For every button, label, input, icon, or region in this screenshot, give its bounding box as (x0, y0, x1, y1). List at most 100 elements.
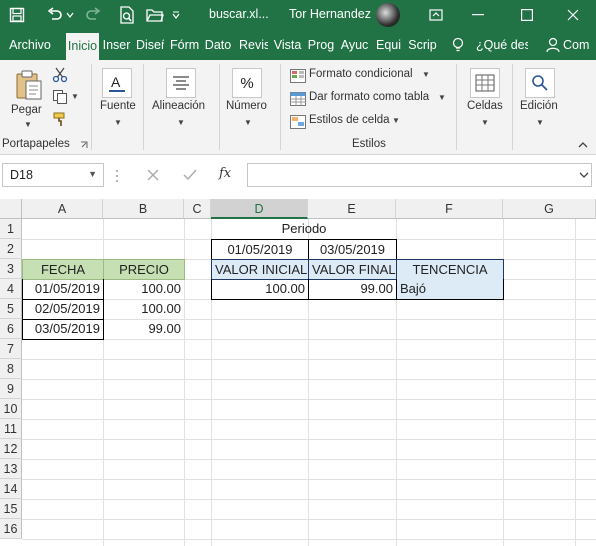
alignment-button[interactable]: Alineación (152, 100, 205, 112)
name-box-dropdown-icon[interactable]: ▼ (88, 169, 97, 179)
row-header-3[interactable]: 3 (0, 259, 22, 279)
format-as-table-button[interactable]: Dar formato como tabla (309, 91, 429, 103)
tab-revisar[interactable]: Revis (239, 30, 268, 60)
enter-check-icon[interactable] (181, 166, 199, 184)
cell-e4[interactable]: 99.00 (308, 279, 397, 300)
tab-programador[interactable]: Prog (307, 30, 335, 60)
undo-icon[interactable] (44, 4, 66, 26)
cell-f4[interactable]: Bajó (396, 279, 504, 300)
close-icon[interactable] (550, 0, 596, 30)
cells-button[interactable]: Celdas (467, 100, 503, 112)
formula-input[interactable] (247, 163, 592, 187)
tab-vista[interactable]: Vista (272, 30, 303, 60)
alignment-dropdown-icon[interactable]: ▼ (177, 118, 185, 127)
row-header-4[interactable]: 4 (0, 279, 22, 299)
row-header-7[interactable]: 7 (0, 339, 22, 359)
font-dropdown-icon[interactable]: ▼ (114, 118, 122, 127)
format-painter-icon[interactable] (51, 110, 69, 128)
lightbulb-icon[interactable] (450, 30, 466, 60)
ribbon-display-options-icon[interactable] (425, 4, 447, 26)
conditional-format-dropdown-icon[interactable]: ▼ (422, 70, 430, 79)
expand-formula-bar-icon[interactable] (578, 169, 590, 181)
row-header-15[interactable]: 15 (0, 499, 22, 519)
cell-styles-dropdown-icon[interactable]: ▼ (392, 116, 400, 125)
format-as-table-icon[interactable] (289, 91, 307, 107)
print-preview-icon[interactable] (116, 4, 138, 26)
alignment-icon[interactable] (166, 68, 196, 98)
cell-b3-header[interactable]: PRECIO (103, 259, 185, 280)
cell-styles-icon[interactable] (289, 114, 307, 130)
name-box[interactable]: D18 ▼ (2, 163, 104, 187)
customize-toolbar-icon[interactable] (170, 4, 182, 26)
column-header-b[interactable]: B (103, 199, 184, 219)
row-header-11[interactable]: 11 (0, 419, 22, 439)
tell-me-search[interactable]: ¿Qué des (476, 30, 528, 60)
row-header-10[interactable]: 10 (0, 399, 22, 419)
row-header-9[interactable]: 9 (0, 379, 22, 399)
user-share-icon[interactable] (545, 30, 561, 60)
conditional-format-icon[interactable] (289, 68, 307, 84)
save-icon[interactable] (6, 4, 28, 26)
user-name[interactable]: Tor Hernandez (289, 7, 371, 21)
column-header-g[interactable]: G (503, 199, 596, 219)
cell-a6[interactable]: 03/05/2019 (22, 319, 104, 340)
copy-icon[interactable] (51, 88, 69, 106)
tab-equipo[interactable]: Equi (375, 30, 402, 60)
cell-a4[interactable]: 01/05/2019 (22, 279, 104, 300)
clipboard-launcher-icon[interactable] (79, 140, 89, 150)
cell-a3-header[interactable]: FECHA (22, 259, 104, 280)
tab-diseno[interactable]: Diseñ (136, 30, 164, 60)
cell-b5[interactable]: 100.00 (103, 299, 184, 319)
cell-a5[interactable]: 02/05/2019 (22, 299, 104, 320)
cell-e2[interactable]: 03/05/2019 (308, 239, 397, 260)
row-header-5[interactable]: 5 (0, 299, 22, 319)
cell-d1-periodo[interactable]: Periodo (211, 219, 397, 239)
column-header-a[interactable]: A (22, 199, 103, 219)
tab-formulas[interactable]: Fórm (170, 30, 199, 60)
tab-comentarios[interactable]: Com (563, 30, 596, 60)
cells-dropdown-icon[interactable]: ▼ (481, 118, 489, 127)
maximize-icon[interactable] (504, 0, 550, 30)
editing-dropdown-icon[interactable]: ▼ (536, 118, 544, 127)
tab-inicio[interactable]: Inicio (66, 33, 99, 60)
row-header-13[interactable]: 13 (0, 459, 22, 479)
cell-styles-button[interactable]: Estilos de celda (309, 114, 390, 126)
tab-ayuda[interactable]: Ayuc (340, 30, 369, 60)
cell-f3-header[interactable]: TENCENCIA (396, 259, 504, 280)
column-header-d[interactable]: D (211, 199, 308, 219)
formula-bar-grip-icon[interactable] (114, 169, 120, 183)
conditional-format-button[interactable]: Formato condicional (309, 68, 413, 80)
tab-archivo[interactable]: Archivo (4, 30, 56, 60)
cut-icon[interactable] (51, 66, 69, 84)
open-folder-icon[interactable] (144, 4, 166, 26)
font-button[interactable]: Fuente (100, 100, 136, 112)
paste-icon[interactable] (12, 68, 46, 102)
cell-d2[interactable]: 01/05/2019 (211, 239, 309, 260)
cell-b6[interactable]: 99.00 (103, 319, 184, 339)
format-as-table-dropdown-icon[interactable]: ▼ (438, 93, 446, 102)
font-icon[interactable]: A (102, 68, 132, 98)
row-header-12[interactable]: 12 (0, 439, 22, 459)
row-header-14[interactable]: 14 (0, 479, 22, 499)
row-header-16[interactable]: 16 (0, 519, 22, 539)
paste-dropdown-icon[interactable]: ▼ (24, 120, 32, 129)
collapse-ribbon-icon[interactable] (576, 138, 590, 150)
redo-icon[interactable] (82, 4, 104, 26)
column-header-c[interactable]: C (184, 199, 211, 219)
select-all-corner[interactable] (0, 199, 22, 219)
number-button[interactable]: Número (226, 100, 267, 112)
paste-button[interactable]: Pegar (11, 104, 42, 116)
row-header-1[interactable]: 1 (0, 219, 22, 239)
editing-search-icon[interactable] (525, 68, 555, 98)
cells-icon[interactable] (470, 68, 500, 98)
row-header-2[interactable]: 2 (0, 239, 22, 259)
copy-dropdown-icon[interactable]: ▼ (71, 92, 79, 101)
minimize-icon[interactable] (455, 0, 501, 30)
cell-d4[interactable]: 100.00 (211, 279, 309, 300)
spreadsheet-grid[interactable]: A B C D E F G 1 2 3 4 5 6 7 8 9 10 11 12… (0, 199, 596, 546)
editing-button[interactable]: Edición (520, 100, 558, 112)
number-format-icon[interactable]: % (232, 68, 262, 98)
column-header-e[interactable]: E (308, 199, 396, 219)
row-header-6[interactable]: 6 (0, 319, 22, 339)
cell-b4[interactable]: 100.00 (103, 279, 184, 299)
